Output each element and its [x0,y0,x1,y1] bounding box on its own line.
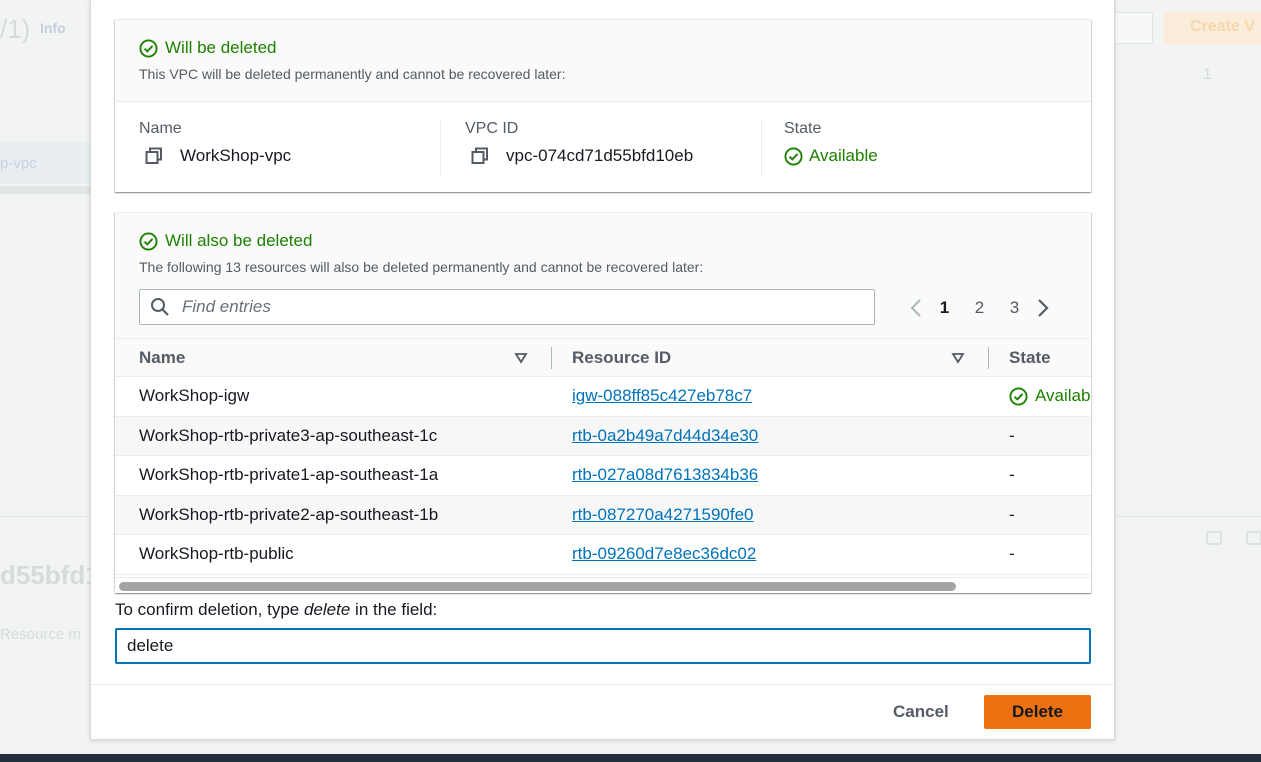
resource-id-link[interactable]: rtb-0a2b49a7d44d34e30 [572,426,758,445]
vpc-name-value-row: WorkShop-vpc [139,146,440,166]
vpc-id-value-row: vpc-074cd71d55bfd10eb [465,146,761,166]
check-circle-icon [1009,387,1028,406]
modal-footer: Cancel Delete [91,684,1114,740]
vpc-id-field: VPC ID vpc-074cd71d55bfd10eb [441,120,762,176]
resource-id-link[interactable]: igw-088ff85c427eb78c7 [572,386,752,405]
chevron-left-icon[interactable] [905,297,927,319]
search-field[interactable] [139,289,875,325]
check-circle-icon [784,146,803,166]
cell-resource-id: rtb-09260d7e8ec36dc02 [552,534,989,575]
column-header-resource-id-label: Resource ID [572,347,672,367]
bg-scrollbar [0,186,90,194]
bg-footer-bar [0,754,1261,762]
check-circle-icon [139,231,158,251]
bg-actions-dropdown [1113,12,1153,44]
vpc-delete-panel: Will be deleted This VPC will be deleted… [115,19,1091,192]
page-2-button[interactable]: 2 [962,298,997,318]
resources-table: Name Resource ID State WorkShop-igw igw-… [115,339,1091,575]
bg-info-link: Info [40,20,66,36]
vpc-name-field: Name WorkShop-vpc [139,120,441,176]
confirm-deletion-label: To confirm deletion, type delete in the … [115,600,437,620]
state-available: Available [1009,386,1091,406]
vpc-id-label: VPC ID [465,120,519,137]
resource-id-link[interactable]: rtb-09260d7e8ec36dc02 [572,544,756,563]
cell-name: WorkShop-rtb-public [115,534,552,575]
vpc-panel-title-text: Will be deleted [165,38,277,57]
confirm-suffix: in the field: [350,600,438,619]
copy-icon[interactable] [471,147,489,165]
cell-name: WorkShop-rtb-private3-ap-southeast-1c [115,416,552,456]
cell-name: WorkShop-rtb-private2-ap-southeast-1b [115,495,552,535]
state-text: Available [1035,386,1091,406]
horizontal-scrollbar[interactable] [115,577,1091,593]
bg-resource-map-tab: Resource m [0,626,81,643]
column-header-state[interactable]: State [989,339,1091,377]
resources-panel-description: The following 13 resources will also be … [139,259,704,275]
copy-icon[interactable] [145,147,163,165]
cell-state: - [989,495,1091,535]
resource-id-link[interactable]: rtb-027a08d7613834b36 [572,465,758,484]
chevron-right-icon[interactable] [1032,297,1054,319]
table-header-row: Name Resource ID State [115,339,1091,377]
cell-state: - [989,455,1091,496]
sort-down-icon[interactable] [514,351,528,365]
resources-panel-header: Will also be deleted The following 13 re… [115,213,1091,339]
cell-state: - [989,534,1091,575]
cell-name: WorkShop-igw [115,376,552,417]
vpc-panel-header: Will be deleted This VPC will be deleted… [115,20,1091,102]
vpc-state-label: State [784,120,822,137]
vpc-details: Name WorkShop-vpc VPC ID vpc-074cd71d55b… [115,102,1091,176]
cell-resource-id: rtb-027a08d7613834b36 [552,455,989,496]
table-row: WorkShop-rtb-private3-ap-southeast-1c rt… [115,416,1091,456]
table-row: WorkShop-rtb-private2-ap-southeast-1b rt… [115,495,1091,535]
vpc-panel-title: Will be deleted [139,38,1067,58]
page-1-button[interactable]: 1 [927,298,962,318]
resource-id-link[interactable]: rtb-087270a4271590fe0 [572,505,754,524]
column-header-name-label: Name [139,347,186,367]
resources-delete-panel: Will also be deleted The following 13 re… [115,212,1091,593]
table-row: WorkShop-rtb-public rtb-09260d7e8ec36dc0… [115,534,1091,575]
cell-resource-id: rtb-0a2b49a7d44d34e30 [552,416,989,456]
bg-vpc-count: /1) [0,14,31,44]
column-header-state-label: State [1009,347,1051,367]
delete-button[interactable]: Delete [984,695,1091,729]
cell-resource-id: igw-088ff85c427eb78c7 [552,376,989,417]
bg-create-vpc-button: Create V [1164,12,1261,44]
check-circle-icon [139,38,158,58]
vpc-id-value: vpc-074cd71d55bfd10eb [506,146,694,165]
page-3-button[interactable]: 3 [997,298,1032,318]
bg-page-number: 1 [1203,66,1212,83]
confirm-keyword: delete [303,600,351,619]
cancel-button[interactable]: Cancel [877,695,965,729]
vpc-panel-description: This VPC will be deleted permanently and… [139,66,566,82]
cell-state: - [989,416,1091,456]
search-input[interactable] [180,296,780,318]
vpc-state-value-row: Available [784,146,878,166]
table-row: WorkShop-igw igw-088ff85c427eb78c7 Avail… [115,376,1091,417]
cell-name: WorkShop-rtb-private1-ap-southeast-1a [115,455,552,496]
resources-panel-title-text: Will also be deleted [165,231,313,250]
scrollbar-thumb[interactable] [119,582,956,591]
vpc-name-label: Name [139,120,182,137]
delete-vpc-modal: Will be deleted This VPC will be deleted… [90,0,1115,740]
confirm-prefix: To confirm deletion, type [115,600,304,619]
bg-vpc-name: p-vpc [0,155,37,172]
pagination: 1 2 3 [905,297,1054,319]
column-header-name[interactable]: Name [115,339,552,377]
vpc-state-value: Available [809,146,878,165]
table-row: WorkShop-rtb-private1-ap-southeast-1a rt… [115,455,1091,496]
bg-split-panel-icon [1206,531,1222,545]
sort-down-icon[interactable] [951,351,965,365]
confirm-delete-input[interactable] [115,628,1091,664]
cell-resource-id: rtb-087270a4271590fe0 [552,495,989,535]
column-header-resource-id[interactable]: Resource ID [552,339,989,377]
bg-split-panel-side-icon [1246,531,1261,545]
vpc-state-field: State Available [762,120,878,176]
vpc-name-value: WorkShop-vpc [180,146,292,165]
cell-state: Available [989,376,1091,417]
resources-panel-title: Will also be deleted [139,231,1067,251]
search-icon [151,298,169,316]
